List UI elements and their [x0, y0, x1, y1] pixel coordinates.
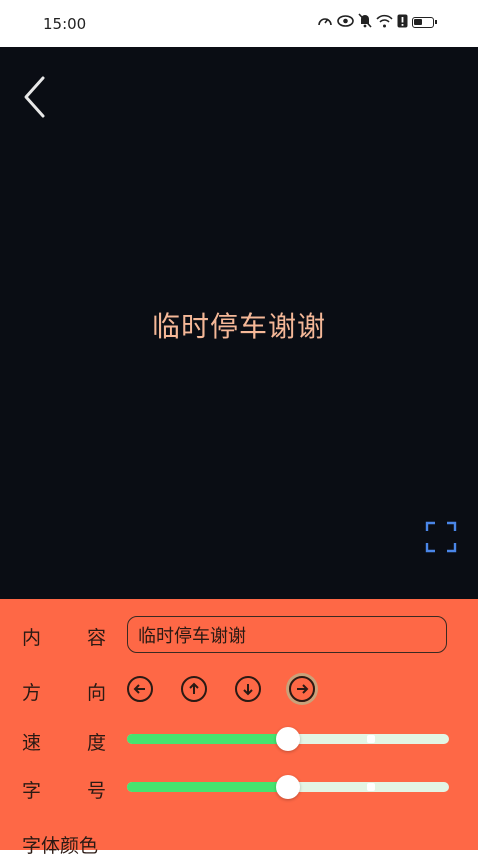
content-input[interactable]	[127, 616, 447, 653]
preview-text: 临时停车谢谢	[151, 310, 326, 343]
speedometer-icon	[317, 14, 333, 32]
battery-icon	[412, 17, 437, 28]
eye-icon	[337, 14, 354, 31]
speed-slider-marker	[367, 735, 375, 743]
content-label-char-2: 容	[86, 627, 106, 649]
content-label: 内 容	[22, 623, 112, 650]
font-size-label-char-1: 字	[22, 780, 42, 802]
font-size-slider-thumb[interactable]	[276, 775, 300, 799]
speed-label-char-2: 度	[86, 732, 106, 754]
status-time: 15:00	[43, 15, 87, 33]
direction-up-button[interactable]	[181, 676, 207, 702]
status-bar: 15:00	[0, 0, 478, 47]
bell-off-icon	[358, 13, 372, 32]
arrow-down-icon	[243, 684, 253, 696]
direction-down-button[interactable]	[235, 676, 261, 702]
font-size-label-char-2: 号	[86, 780, 106, 802]
direction-label-char-2: 向	[86, 682, 106, 704]
direction-label-char-1: 方	[22, 682, 42, 704]
content-label-char-1: 内	[22, 627, 42, 649]
led-preview: 临时停车谢谢	[0, 47, 478, 599]
speed-label-char-1: 速	[22, 732, 42, 754]
speed-slider-fill	[127, 734, 288, 744]
direction-label: 方 向	[22, 678, 112, 705]
alert-icon	[397, 14, 408, 32]
arrow-up-icon	[189, 682, 199, 694]
font-size-slider-marker	[367, 783, 375, 791]
status-icons	[317, 13, 437, 32]
direction-right-button[interactable]	[289, 676, 315, 702]
fullscreen-icon	[425, 521, 457, 553]
wifi-icon	[376, 14, 393, 32]
speed-slider[interactable]	[127, 727, 449, 751]
control-panel: 内 容 方 向 速 度 字 号 字体颜色	[0, 599, 478, 857]
fullscreen-button[interactable]	[425, 521, 457, 553]
speed-slider-thumb[interactable]	[276, 727, 300, 751]
arrow-left-icon	[133, 684, 145, 694]
back-button[interactable]	[18, 72, 58, 122]
speed-label: 速 度	[22, 728, 112, 755]
arrow-right-icon	[297, 684, 309, 694]
font-size-slider[interactable]	[127, 775, 449, 799]
direction-left-button[interactable]	[127, 676, 153, 702]
chevron-left-icon	[24, 76, 45, 118]
font-size-label: 字 号	[22, 776, 112, 803]
font-size-slider-fill	[127, 782, 288, 792]
font-color-label: 字体颜色	[22, 835, 99, 857]
